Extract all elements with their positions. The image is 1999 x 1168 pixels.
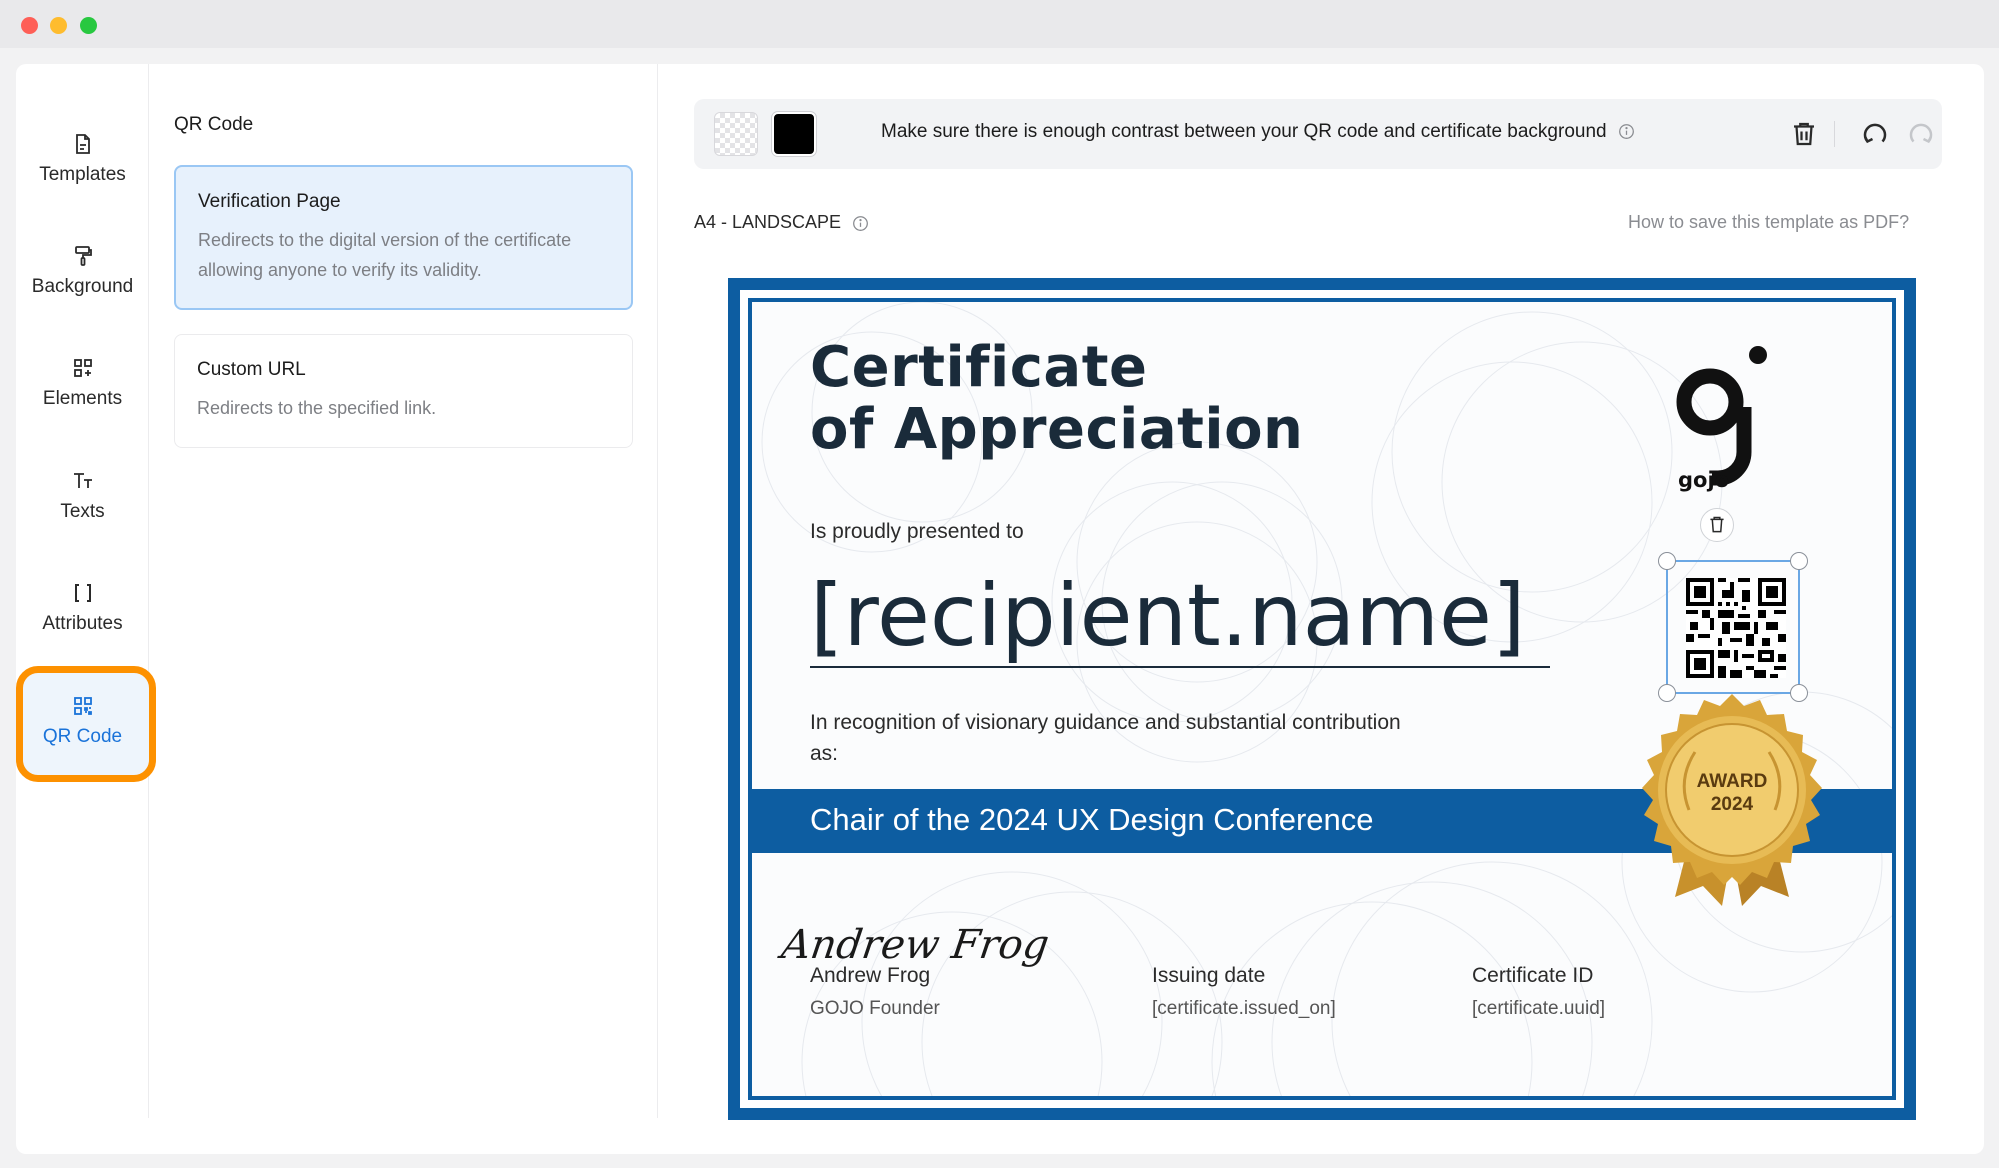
certificate-canvas[interactable]: Certificate of Appreciation Is proudly p…	[728, 278, 1916, 1120]
transparent-color-swatch[interactable]	[714, 112, 758, 156]
qr-code-icon	[73, 697, 92, 715]
sidebar-item-label: Texts	[60, 501, 105, 522]
template-file-icon	[75, 134, 90, 154]
app-window: Templates Background Elements Texts Attr	[16, 64, 1984, 1154]
panel-title: QR Code	[174, 114, 254, 135]
certificate-id-label: Certificate ID	[1472, 964, 1594, 987]
certificate-title[interactable]: Certificate of Appreciation	[810, 337, 1303, 461]
sidebar-item-label: QR Code	[42, 726, 123, 747]
toolbar-divider	[1834, 121, 1835, 147]
window-titlebar	[0, 0, 1999, 48]
recipient-name-placeholder[interactable]: [recipient.name]	[810, 564, 1550, 668]
certificate-id-value: [certificate.uuid]	[1472, 998, 1606, 1019]
sidebar-item-attributes[interactable]: Attributes	[16, 581, 149, 681]
close-window-button[interactable]	[21, 17, 38, 34]
title-line-2: of Appreciation	[810, 397, 1304, 462]
issuing-date-value: [certificate.issued_on]	[1152, 998, 1336, 1019]
certificate-id-block[interactable]: Certificate ID [certificate.uuid]	[1472, 964, 1605, 1020]
logo-text: gojo	[1678, 468, 1729, 492]
resize-handle-top-right[interactable]	[1790, 552, 1808, 570]
paint-roller-icon	[74, 246, 92, 266]
delete-icon[interactable]	[1789, 119, 1819, 149]
issuing-date-block[interactable]: Issuing date [certificate.issued_on]	[1152, 964, 1336, 1020]
option-title: Custom URL	[197, 359, 306, 380]
save-as-pdf-link[interactable]: How to save this template as PDF?	[1628, 212, 1909, 233]
option-custom-url[interactable]: Custom URL Redirects to the specified li…	[174, 334, 633, 448]
qr-code-element[interactable]	[1658, 552, 1808, 702]
qr-toolbar: Make sure there is enough contrast betwe…	[694, 99, 1942, 169]
award-badge[interactable]: AWARD 2024	[1627, 692, 1837, 907]
option-title: Verification Page	[198, 191, 341, 212]
signer-title: GOJO Founder	[810, 998, 940, 1019]
sidebar-item-label: Background	[31, 276, 134, 297]
redo-icon[interactable]	[1906, 119, 1936, 149]
signer-block[interactable]: Andrew Frog GOJO Founder	[810, 964, 940, 1020]
brackets-icon	[74, 584, 91, 602]
role-text: Chair of the 2024 UX Design Conference	[810, 802, 1374, 837]
delete-logo-icon[interactable]	[1700, 508, 1734, 542]
certificate-paper: Certificate of Appreciation Is proudly p…	[748, 298, 1896, 1100]
recognition-text[interactable]: In recognition of visionary guidance and…	[810, 707, 1410, 769]
page-format-label: A4 - LANDSCAPE	[694, 212, 869, 233]
minimize-window-button[interactable]	[50, 17, 67, 34]
resize-handle-top-left[interactable]	[1658, 552, 1676, 570]
sidebar-item-label: Templates	[39, 164, 126, 185]
black-color-swatch[interactable]	[772, 112, 816, 156]
info-icon[interactable]	[1618, 123, 1635, 140]
sidebar-item-texts[interactable]: Texts	[16, 469, 149, 569]
sidebar-item-elements[interactable]: Elements	[16, 356, 149, 456]
title-line-1: Certificate	[810, 335, 1148, 400]
sidebar-item-label: Elements	[42, 388, 123, 409]
signer-name: Andrew Frog	[810, 964, 931, 987]
option-description: Redirects to the specified link.	[197, 398, 437, 418]
badge-line-2: 2024	[1711, 794, 1754, 815]
badge-line-1: AWARD	[1697, 771, 1768, 792]
contrast-hint: Make sure there is enough contrast betwe…	[881, 121, 1635, 143]
format-text: A4 - LANDSCAPE	[694, 212, 842, 232]
presented-to-text[interactable]: Is proudly presented to	[810, 520, 1024, 544]
elements-grid-icon	[73, 359, 92, 377]
sidebar-item-templates[interactable]: Templates	[16, 132, 149, 232]
qr-code-image	[1686, 578, 1786, 678]
text-icon	[73, 473, 92, 488]
qr-options-panel: QR Code Verification Page Redirects to t…	[150, 64, 658, 1118]
undo-icon[interactable]	[1860, 119, 1890, 149]
issuing-date-label: Issuing date	[1152, 964, 1266, 987]
option-description: Redirects to the digital version of the …	[198, 230, 572, 280]
info-icon[interactable]	[852, 215, 869, 232]
sidebar-item-label: Attributes	[42, 613, 123, 634]
contrast-hint-text: Make sure there is enough contrast betwe…	[881, 121, 1607, 142]
sidebar-item-background[interactable]: Background	[16, 244, 149, 344]
signature[interactable]: Andrew Frog	[779, 922, 1052, 968]
sidebar: Templates Background Elements Texts Attr	[16, 64, 156, 1118]
option-verification-page[interactable]: Verification Page Redirects to the digit…	[174, 165, 633, 310]
sidebar-item-qr-code[interactable]: QR Code	[16, 694, 149, 794]
maximize-window-button[interactable]	[80, 17, 97, 34]
gojo-logo[interactable]: gojo	[1672, 337, 1772, 502]
certificate-inner-border: Certificate of Appreciation Is proudly p…	[740, 290, 1904, 1108]
